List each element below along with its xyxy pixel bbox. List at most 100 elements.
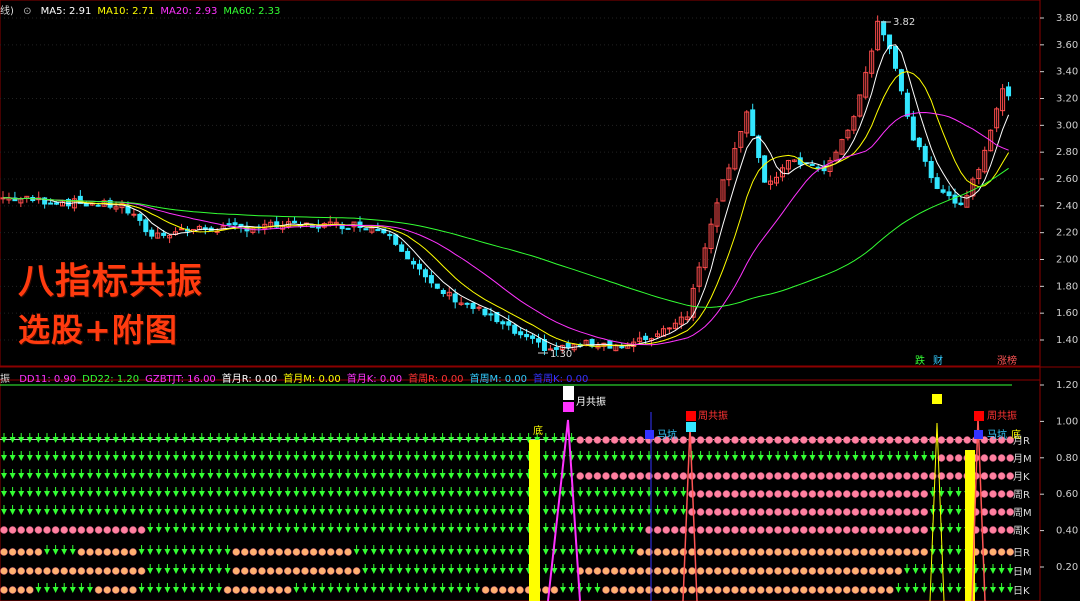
signal-arrow [628,549,635,555]
signal-arrow [302,473,308,479]
signal-arrow [585,491,592,497]
signal-dot [842,436,851,444]
signal-arrow [370,455,377,461]
signal-dot [627,436,636,444]
signal-arrow [422,568,429,574]
signal-dot [722,548,731,556]
signal-arrow [448,491,455,497]
candle-body [48,202,54,205]
signal-dot [266,567,275,575]
signal-arrow [345,527,351,533]
signal-dot [292,567,301,575]
signal-arrow [112,491,119,497]
signal-dot [309,567,318,575]
signal-dot [799,586,808,594]
signal-dot [731,548,739,556]
signal-dot [877,508,886,516]
signal-dot [834,567,843,575]
signal-dot [43,567,51,575]
signal-arrow [190,473,197,479]
signal-dot [593,436,602,444]
signal-dot [0,567,8,575]
signal-dot [842,567,851,575]
settings-icon[interactable]: ⊙ [23,6,31,17]
signal-arrow [499,455,506,461]
signal-arrow [336,455,343,461]
signal-dot [25,567,34,575]
signal-dot [17,548,26,556]
signal-arrow [44,587,50,593]
signal-dot [868,548,877,556]
signal-arrow [620,455,627,461]
signal-dot [627,472,636,480]
signal-arrow [147,491,154,497]
signal-dot [550,586,559,594]
signal-arrow [749,455,756,461]
signal-dot [0,548,8,556]
signal-dot [799,490,808,498]
signal-arrow [904,587,910,593]
signal-dot [731,586,739,594]
signal-dot [774,436,782,444]
signal-dot [877,567,886,575]
signal-arrow [396,568,403,574]
signal-dot [765,526,774,534]
signal-dot [120,526,129,534]
signal-dot [653,472,662,480]
signal-dot [619,567,628,575]
signal-dot [885,490,894,498]
signal-arrow [224,455,231,461]
signal-arrow [422,455,429,461]
signal-dot [25,548,34,556]
signal-arrow [628,455,635,461]
signal-arrow [482,509,489,515]
signal-dot [997,472,1006,480]
signal-arrow [198,509,205,515]
signal-dot [868,490,877,498]
signal-arrow [95,455,102,461]
signal-dot [765,567,774,575]
price-tick-label: 1.60 [1056,308,1078,319]
signal-dot [765,508,774,516]
signal-arrow [551,491,558,497]
signal-arrow [44,509,50,515]
signal-arrow [207,473,214,479]
signal-arrow [947,491,953,497]
bottom-signal-bar [529,440,540,601]
signal-dot [851,586,860,594]
signal-dot [301,548,309,556]
signal-arrow [1,473,7,479]
signal-arrow [998,568,1005,574]
signal-dot [774,508,782,516]
signal-dot [842,586,851,594]
signal-dot [335,548,344,556]
signal-arrow [603,491,609,497]
signal-arrow [396,527,403,533]
signal-arrow [302,491,308,497]
signal-arrow [319,455,326,461]
signal-arrow [706,455,713,461]
signal-arrow [293,587,300,593]
signal-arrow [207,568,214,574]
signal-arrow [852,455,859,461]
signal-arrow [456,568,463,574]
sub-tick-label: 0.80 [1056,453,1078,464]
candle-body [179,228,184,231]
signal-dot [94,586,103,594]
signal-arrow [78,587,85,593]
signal-dot [120,548,129,556]
signal-dot [584,436,593,444]
row-label: 日K [1013,586,1030,597]
signal-arrow [259,455,265,461]
signal-dot [610,567,619,575]
signal-dot [662,472,671,480]
signal-arrow [18,509,25,515]
signal-arrow [224,509,231,515]
signal-arrow [233,527,240,533]
signal-arrow [198,587,205,593]
signal-dot [851,526,860,534]
candle-body [405,250,411,260]
candle-body [952,194,958,204]
signal-arrow [345,509,351,515]
signal-dot [739,508,748,516]
